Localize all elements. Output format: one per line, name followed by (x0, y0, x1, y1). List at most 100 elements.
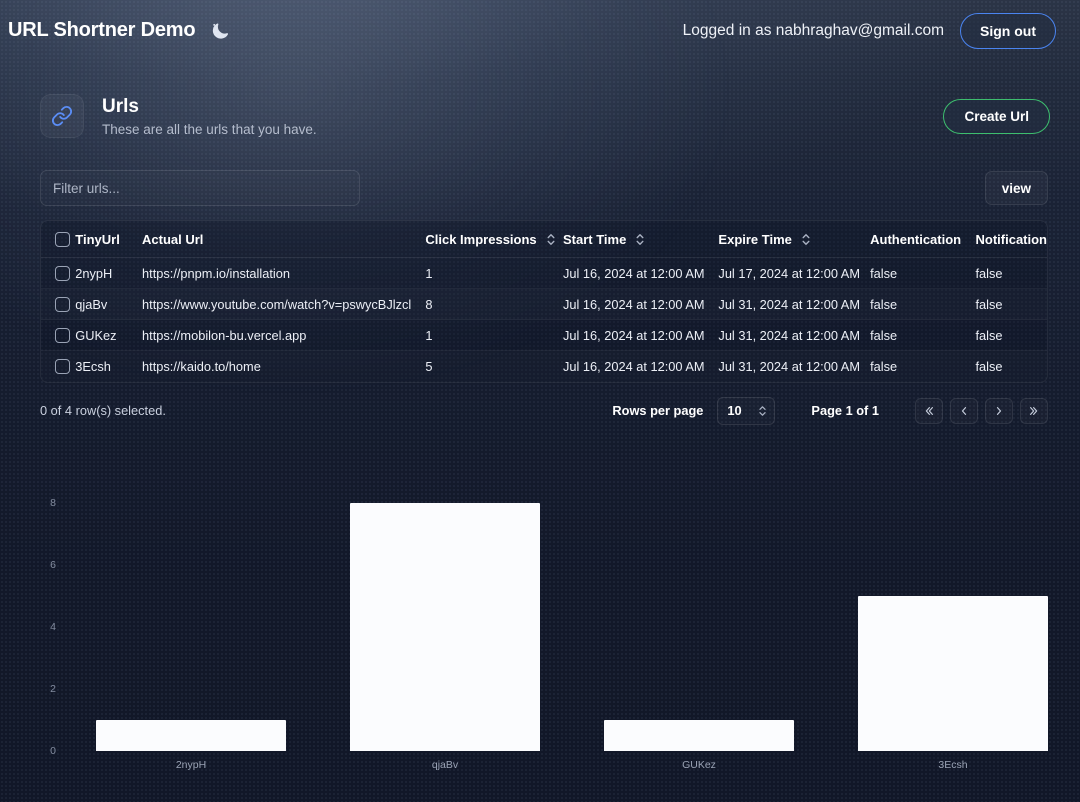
row-select-cell (41, 257, 76, 290)
urls-section-header: Urls These are all the urls that you hav… (0, 61, 1080, 138)
urls-table: TinyUrl Actual Url Click Impressions Sta… (40, 220, 1048, 383)
chart-bar-cell (572, 485, 826, 751)
select-all-checkbox[interactable] (55, 232, 70, 248)
chart-x-label: 2nypH (175, 758, 207, 771)
row-checkbox[interactable] (55, 359, 70, 375)
chart-bar[interactable] (604, 719, 794, 751)
page-subtitle: These are all the urls that you have. (102, 122, 317, 138)
cell-start-time: Jul 16, 2024 at 12:00 AM (562, 319, 719, 352)
cell-tinyurl: GUKez (75, 319, 143, 352)
cell-click-impressions: 1 (425, 319, 563, 352)
row-checkbox[interactable] (55, 297, 70, 313)
header-click-impressions[interactable]: Click Impressions (425, 221, 563, 259)
cell-expire-time: Jul 31, 2024 at 12:00 AM (718, 319, 871, 352)
y-axis-tick: 4 (50, 620, 56, 633)
view-columns-button[interactable]: view (984, 171, 1048, 205)
sort-updown-icon (635, 233, 645, 246)
header-expire-time-label: Expire Time (718, 231, 792, 247)
cell-start-time: Jul 16, 2024 at 12:00 AM (562, 257, 719, 290)
row-checkbox[interactable] (55, 328, 70, 344)
rows-per-page-label: Rows per page (612, 403, 704, 419)
y-axis-tick: 8 (50, 497, 56, 510)
table-header-row: TinyUrl Actual Url Click Impressions Sta… (41, 221, 1047, 259)
rows-per-page-value: 10 (727, 403, 742, 419)
chart-bar-cell (826, 485, 1080, 751)
cell-tinyurl: 3Ecsh (75, 358, 111, 374)
cell-actual-url: https://kaido.to/home (142, 358, 261, 374)
chevron-right-icon (996, 406, 1002, 415)
chart-plot-area: 0 2 4 6 8 (50, 485, 1080, 757)
cell-notification: false (975, 319, 1047, 352)
header-expire-time[interactable]: Expire Time (718, 221, 871, 259)
pagination-controls: Rows per page 10 Page 1 of 1 (612, 396, 1048, 425)
sign-out-button[interactable]: Sign out (960, 12, 1056, 49)
last-page-button[interactable] (1020, 397, 1048, 424)
header-notification: Notification (975, 221, 1047, 259)
brand: URL Shortner Demo (8, 19, 231, 42)
cell-start-time: Jul 16, 2024 at 12:00 AM (562, 358, 705, 374)
click-impressions-chart: 0 2 4 6 8 2nypH qjaBv GUKez 3Ecsh (0, 485, 1080, 795)
table-footer: 0 of 4 row(s) selected. Rows per page 10… (0, 383, 1080, 425)
rows-per-page-select[interactable]: 10 (717, 396, 776, 425)
table-row[interactable]: 3Ecsh https://kaido.to/home 5 Jul 16, 20… (41, 351, 1047, 382)
filter-urls-input[interactable] (40, 170, 360, 206)
app-title: URL Shortner Demo (8, 19, 196, 41)
row-select-cell (41, 351, 75, 382)
table-row[interactable]: 2nypH https://pnpm.io/installation 1 Jul… (41, 257, 1047, 290)
chart-x-label: 3Ecsh (938, 758, 968, 771)
cell-notification: false (975, 288, 1047, 321)
cell-click-impressions: 5 (425, 358, 433, 374)
cell-actual-url: https://www.youtube.com/watch?v=pswycBJl… (142, 288, 426, 321)
logged-in-label: Logged in as nabhraghav@gmail.com (682, 21, 944, 39)
top-bar: URL Shortner Demo Logged in as nabhragha… (0, 0, 1080, 61)
cell-expire-time: Jul 31, 2024 at 12:00 AM (718, 358, 860, 374)
chevron-updown-icon (758, 405, 767, 417)
header-authentication: Authentication (870, 221, 976, 259)
y-axis-tick: 6 (50, 558, 56, 571)
cell-tinyurl: qjaBv (75, 288, 143, 321)
section-text: Urls These are all the urls that you hav… (102, 95, 317, 138)
header-start-time[interactable]: Start Time (562, 221, 719, 259)
top-bar-right: Logged in as nabhraghav@gmail.com Sign o… (682, 12, 1056, 49)
page-title: Urls (102, 95, 139, 117)
chart-bar[interactable] (858, 595, 1048, 751)
moon-stars-icon[interactable] (209, 20, 231, 42)
page-root: URL Shortner Demo Logged in as nabhragha… (0, 0, 1080, 802)
row-select-cell (41, 288, 76, 321)
header-actual-url: Actual Url (142, 221, 426, 259)
next-page-button[interactable] (985, 397, 1013, 424)
header-start-time-label: Start Time (562, 231, 627, 247)
header-select-all (41, 221, 76, 259)
chart-bar-cell (64, 485, 318, 751)
cell-start-time: Jul 16, 2024 at 12:00 AM (562, 288, 719, 321)
page-buttons (915, 397, 1048, 424)
sort-updown-icon (546, 233, 556, 246)
chart-bars (64, 485, 1080, 751)
chevron-double-right-icon (1030, 406, 1038, 415)
chart-bar[interactable] (96, 719, 286, 751)
cell-actual-url: https://pnpm.io/installation (142, 257, 426, 290)
chart-bar[interactable] (350, 503, 540, 751)
cell-click-impressions: 8 (425, 288, 563, 321)
row-checkbox[interactable] (55, 266, 70, 282)
create-url-button[interactable]: Create Url (943, 98, 1050, 134)
row-select-cell (41, 319, 76, 352)
filter-row: view (0, 138, 1080, 206)
previous-page-button[interactable] (950, 397, 978, 424)
page-indicator: Page 1 of 1 (811, 403, 879, 419)
table-body: 2nypH https://pnpm.io/installation 1 Jul… (41, 257, 1047, 382)
cell-authentication: false (870, 257, 976, 290)
cell-expire-time: Jul 17, 2024 at 12:00 AM (718, 257, 871, 290)
table-head: TinyUrl Actual Url Click Impressions Sta… (41, 221, 1047, 259)
header-click-impressions-label: Click Impressions (425, 231, 537, 247)
table-row[interactable]: qjaBv https://www.youtube.com/watch?v=ps… (41, 288, 1047, 321)
table-row[interactable]: GUKez https://mobilon-bu.vercel.app 1 Ju… (41, 319, 1047, 352)
first-page-button[interactable] (915, 397, 943, 424)
chart-x-label: qjaBv (431, 758, 459, 771)
chart-x-axis-labels: 2nypH qjaBv GUKez 3Ecsh (64, 759, 1080, 771)
y-axis-tick: 2 (50, 682, 56, 695)
chevron-left-icon (961, 406, 967, 415)
cell-click-impressions: 1 (425, 257, 563, 290)
y-axis-tick: 0 (50, 744, 56, 757)
cell-notification: false (975, 358, 1003, 374)
